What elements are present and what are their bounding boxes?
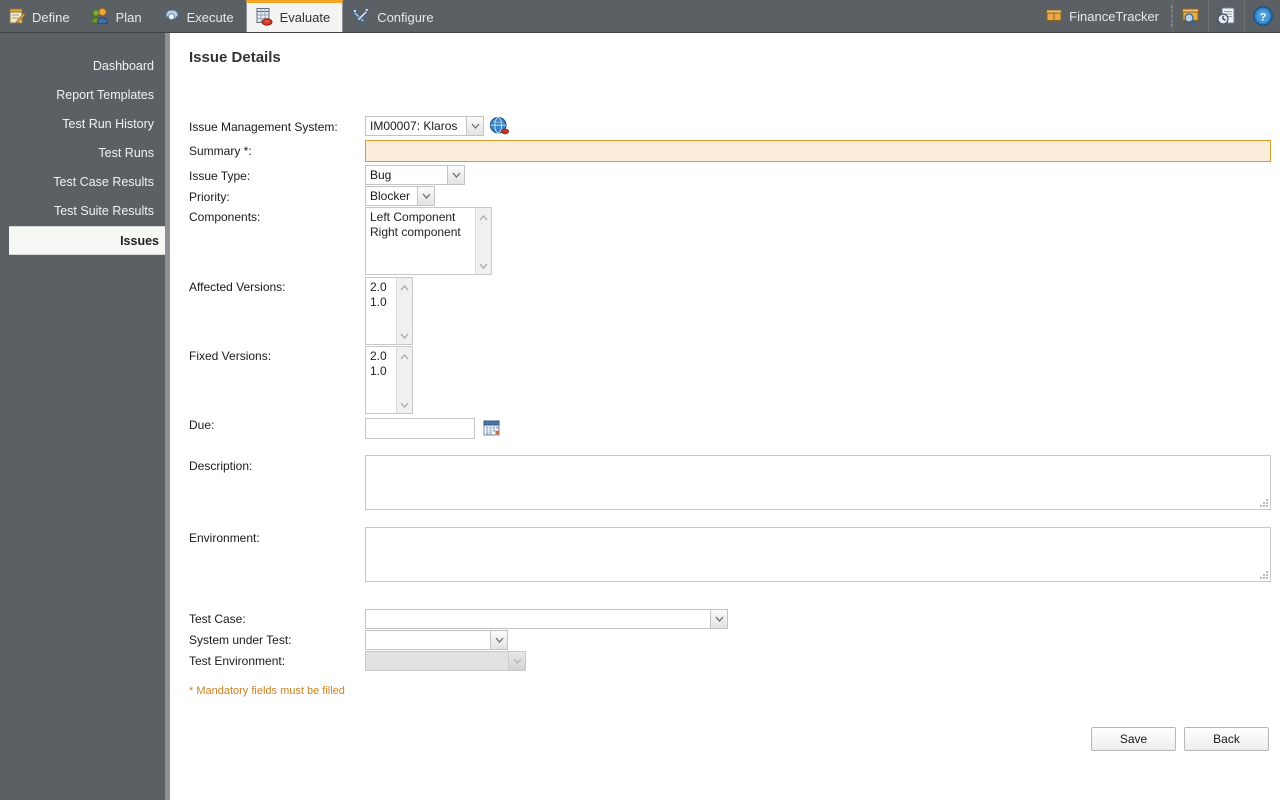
components-scrollbar[interactable] [475,208,491,274]
sidebar-item-test-case-results[interactable]: Test Case Results [0,168,165,197]
page-title: Issue Details [189,49,281,66]
top-right-toolbar: FinanceTracker ? [1036,0,1280,32]
top-navigation-bar: Define Plan Execute Evaluate Configure F… [0,0,1280,33]
back-button[interactable]: Back [1184,727,1269,751]
issue-type-select[interactable]: Bug [365,165,465,185]
list-item[interactable]: Left Component [370,210,491,225]
sidebar-item-test-runs[interactable]: Test Runs [0,139,165,168]
fixed-versions-listbox[interactable]: 2.0 1.0 [365,346,413,414]
sidebar-item-test-suite-results[interactable]: Test Suite Results [0,197,165,226]
chevron-down-icon [490,631,507,649]
chevron-down-icon [710,610,727,628]
current-project[interactable]: FinanceTracker [1036,5,1172,27]
chevron-down-icon[interactable] [400,395,409,413]
nav-tab-label: Evaluate [279,10,331,25]
sidebar-item-issues[interactable]: Issues [9,226,175,255]
box-search-icon[interactable] [1172,0,1208,32]
users-icon [90,7,110,28]
chevron-down-icon [466,117,483,135]
resize-grip-icon[interactable] [1259,498,1268,507]
nav-tab-configure[interactable]: Configure [343,0,445,32]
components-label: Components: [189,210,261,224]
recent-documents-icon[interactable] [1208,0,1244,32]
mandatory-fields-note: * Mandatory fields must be filled [189,685,345,697]
sidebar-top-gap [0,33,165,52]
sidebar: Dashboard Report Templates Test Run Hist… [0,33,175,800]
help-icon[interactable]: ? [1244,0,1280,32]
chevron-up-icon[interactable] [400,278,409,296]
ims-select-value: IM00007: Klaros [370,119,458,133]
due-date-input[interactable] [365,418,475,439]
chevron-down-icon[interactable] [400,326,409,344]
environment-label: Environment: [189,531,260,545]
test-case-select-value [366,610,710,628]
globe-icon[interactable] [489,116,509,139]
ims-select[interactable]: IM00007: Klaros [365,116,484,136]
nav-tab-plan[interactable]: Plan [82,0,154,32]
list-item[interactable]: Right component [370,225,491,240]
nav-tab-label: Execute [186,10,234,25]
affected-versions-label: Affected Versions: [189,280,286,294]
priority-select-value: Blocker [370,189,411,203]
system-under-test-select-value [366,631,490,649]
components-listbox[interactable]: Left Component Right component [365,207,492,275]
ims-label: Issue Management System: [189,120,338,134]
calendar-icon[interactable] [483,419,500,439]
description-textarea[interactable] [365,455,1271,510]
test-environment-label: Test Environment: [189,654,286,668]
system-under-test-select[interactable] [365,630,508,650]
gear-icon [162,7,181,29]
summary-label: Summary *: [189,144,252,158]
sidebar-item-test-run-history[interactable]: Test Run History [0,110,165,139]
test-case-select[interactable] [365,609,728,629]
svg-text:?: ? [1259,12,1266,24]
sidebar-item-dashboard[interactable]: Dashboard [0,52,165,81]
summary-input[interactable] [365,140,1271,162]
chevron-down-icon [417,187,434,205]
chevron-up-icon[interactable] [479,208,488,226]
tools-icon [351,7,371,29]
affected-versions-listbox[interactable]: 2.0 1.0 [365,277,413,345]
test-environment-select-value [366,652,508,670]
affected-versions-scrollbar[interactable] [396,278,412,344]
priority-select[interactable]: Blocker [365,186,435,206]
fixed-versions-label: Fixed Versions: [189,349,272,363]
test-case-label: Test Case: [189,612,246,626]
priority-label: Priority: [189,190,230,204]
sidebar-item-report-templates[interactable]: Report Templates [0,81,165,110]
issue-type-select-value: Bug [370,168,392,182]
system-under-test-label: System under Test: [189,633,292,647]
resize-grip-icon[interactable] [1259,570,1268,579]
nav-tab-define[interactable]: Define [0,0,82,32]
issue-type-label: Issue Type: [189,169,251,183]
nav-tab-label: Configure [377,10,434,25]
fixed-versions-scrollbar[interactable] [396,347,412,413]
chevron-up-icon[interactable] [400,347,409,365]
nav-tab-evaluate[interactable]: Evaluate [245,0,344,32]
report-chart-icon [255,7,274,29]
due-label: Due: [189,418,215,432]
environment-textarea[interactable] [365,527,1271,582]
box-icon [1046,8,1063,25]
components-options: Left Component Right component [366,208,491,240]
nav-tab-label: Plan [115,10,142,25]
current-project-label: FinanceTracker [1069,8,1159,24]
content-panel: Issue Details Issue Management System: I… [170,33,1280,800]
nav-tab-label: Define [32,10,70,25]
nav-tab-execute[interactable]: Execute [154,0,246,32]
chevron-down-icon [508,652,525,670]
notepad-pencil-icon [8,7,26,28]
chevron-down-icon[interactable] [479,256,488,274]
test-environment-select [365,651,526,671]
save-button[interactable]: Save [1091,727,1176,751]
description-label: Description: [189,459,253,473]
chevron-down-icon [447,166,464,184]
